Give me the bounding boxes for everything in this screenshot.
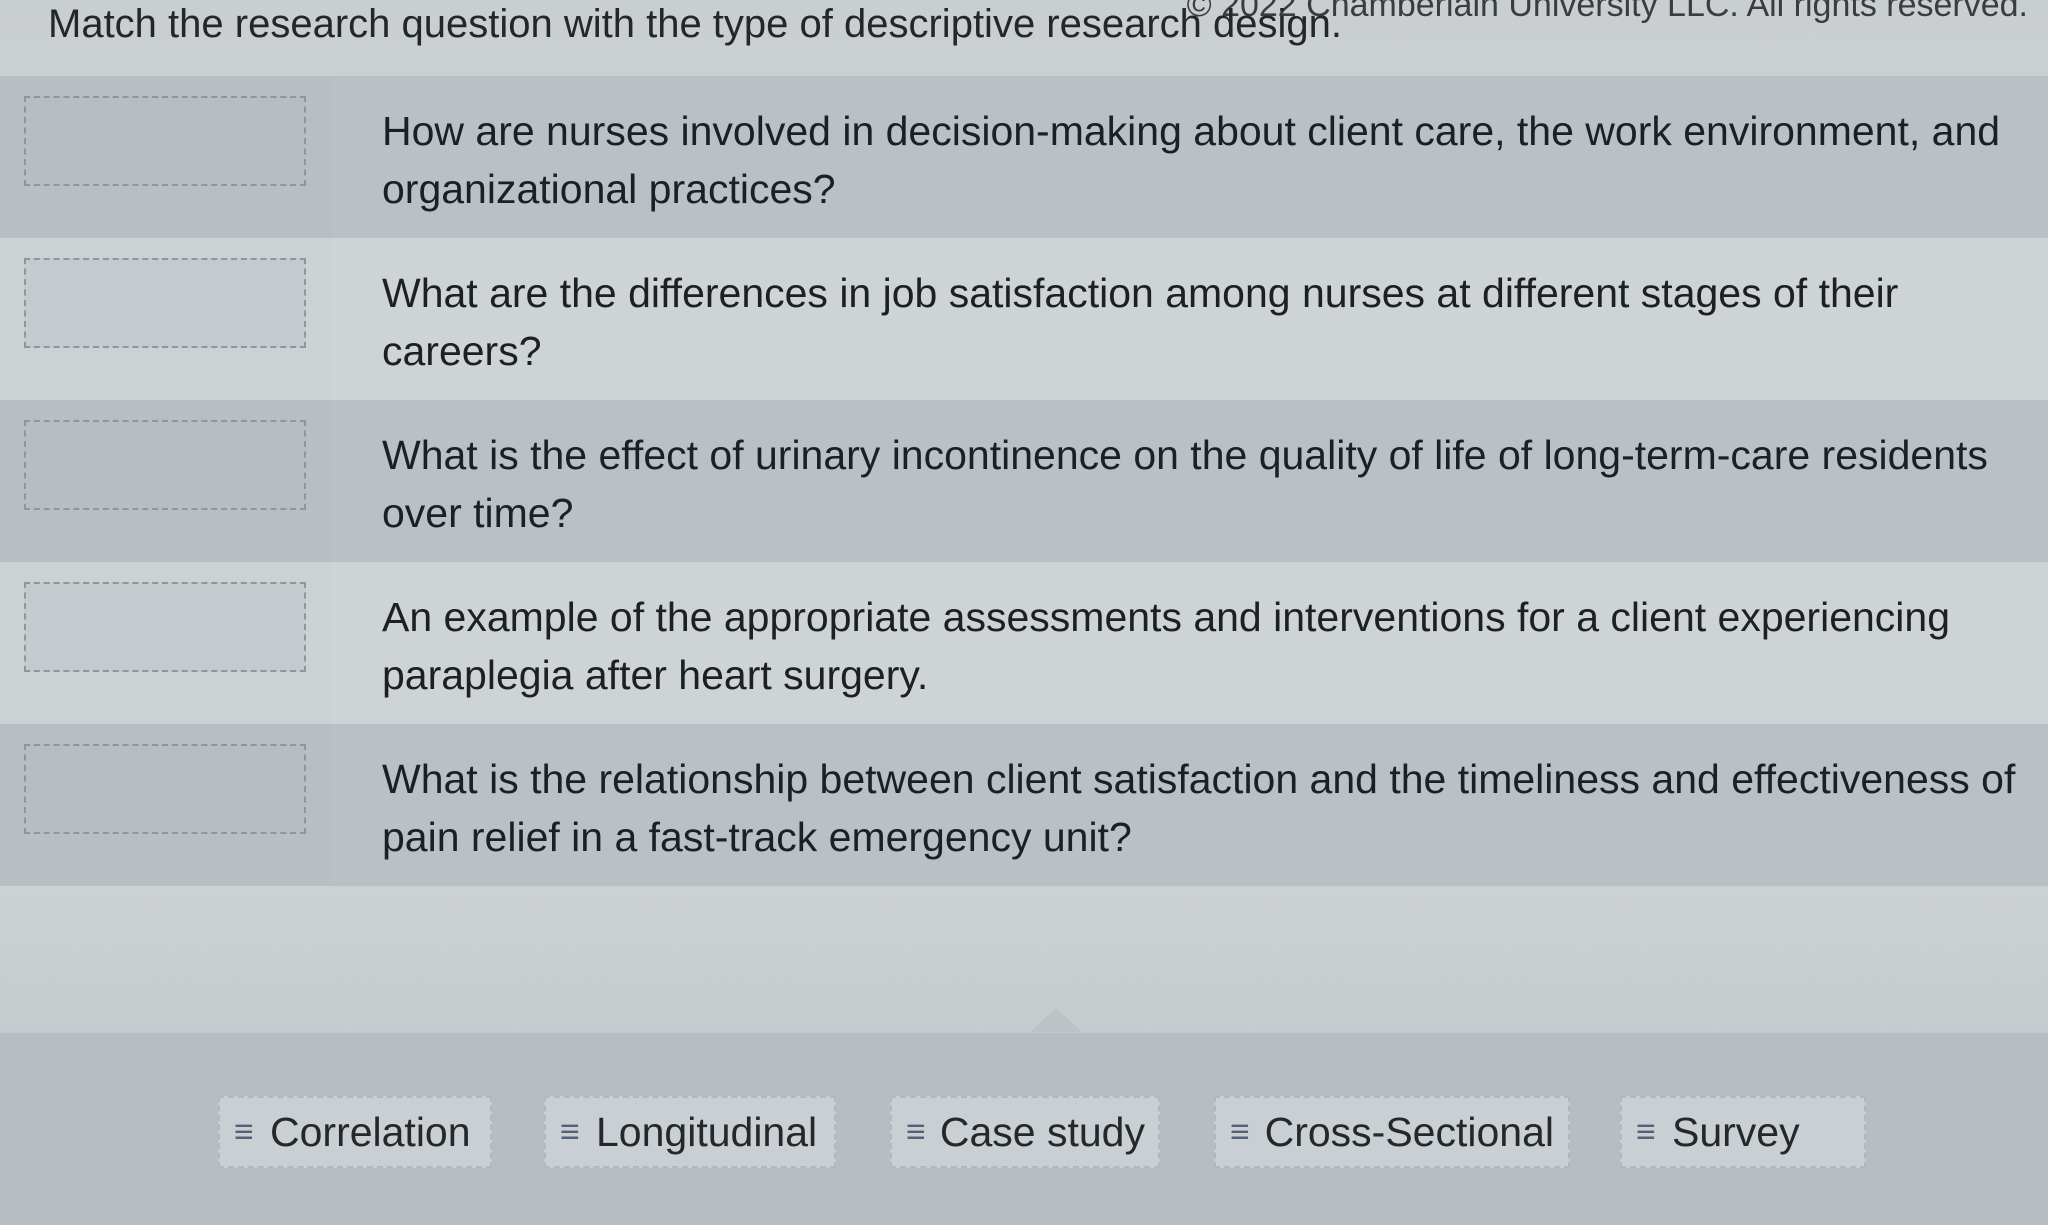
question-text: What is the effect of urinary incontinen… (382, 432, 1988, 536)
question-row: An example of the appropriate assessment… (0, 562, 2048, 724)
answer-drop-zone[interactable] (24, 96, 306, 186)
option-chip-longitudinal[interactable]: ≡ Longitudinal (544, 1096, 836, 1168)
answer-drop-zone[interactable] (24, 744, 306, 834)
drop-zone-cell (0, 562, 330, 724)
question-text: What is the relationship between client … (382, 756, 2016, 860)
option-chip-cross-sectional[interactable]: ≡ Cross-Sectional (1214, 1096, 1570, 1168)
option-label: Survey (1672, 1108, 1800, 1155)
tray-pointer (1030, 1008, 1082, 1032)
drag-handle-icon: ≡ (560, 1113, 580, 1151)
option-label: Case study (939, 1108, 1145, 1155)
option-chip-survey[interactable]: ≡ Survey (1620, 1096, 1866, 1168)
option-chip-correlation[interactable]: ≡ Correlation (218, 1096, 492, 1168)
drop-zone-cell (0, 238, 330, 400)
drag-handle-icon: ≡ (1230, 1113, 1250, 1151)
option-label: Cross-Sectional (1264, 1108, 1554, 1155)
option-chip-case-study[interactable]: ≡ Case study (890, 1096, 1160, 1168)
question-text: How are nurses involved in decision-maki… (382, 108, 2001, 212)
question-text: What are the differences in job satisfac… (382, 270, 1899, 374)
option-label: Longitudinal (596, 1108, 818, 1155)
drag-handle-icon: ≡ (1636, 1113, 1656, 1151)
answer-drop-zone[interactable] (24, 258, 306, 348)
drop-zone-cell (0, 76, 330, 238)
answer-drop-zone[interactable] (24, 582, 306, 672)
drag-handle-icon: ≡ (234, 1113, 254, 1151)
question-row: How are nurses involved in decision-maki… (0, 76, 2048, 238)
question-text: An example of the appropriate assessment… (382, 594, 1951, 698)
answer-drop-zone[interactable] (24, 420, 306, 510)
question-row: What is the effect of urinary incontinen… (0, 400, 2048, 562)
drag-handle-icon: ≡ (906, 1113, 926, 1151)
drop-zone-cell (0, 724, 330, 886)
drop-zone-cell (0, 400, 330, 562)
option-label: Correlation (270, 1108, 471, 1155)
instruction-text: Match the research question with the typ… (48, 2, 1343, 46)
question-row: What are the differences in job satisfac… (0, 238, 2048, 400)
question-row: What is the relationship between client … (0, 724, 2048, 886)
